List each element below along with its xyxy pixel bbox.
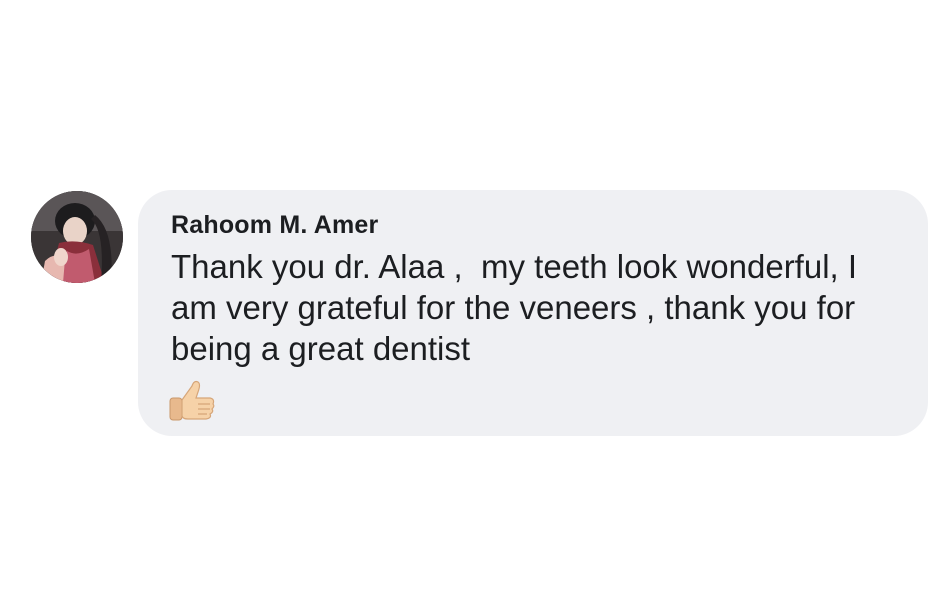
comment-text: Thank you dr. Alaa , my teeth look wonde… — [171, 248, 867, 367]
avatar[interactable] — [31, 191, 123, 283]
thumbs-up-icon — [168, 378, 216, 422]
profile-photo — [31, 191, 123, 283]
comment-author[interactable]: Rahoom M. Amer — [171, 210, 900, 240]
comment-bubble: Rahoom M. Amer Thank you dr. Alaa , my t… — [138, 190, 928, 436]
comment-canvas: Rahoom M. Amer Thank you dr. Alaa , my t… — [0, 0, 950, 600]
